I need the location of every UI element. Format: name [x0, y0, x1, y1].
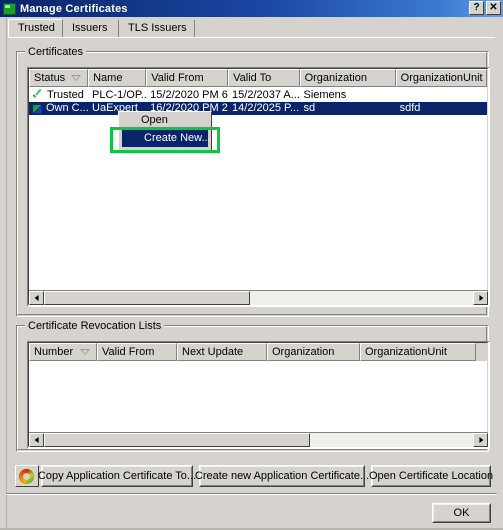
crl-header-row: Number Valid From Next Update Organizati…	[29, 343, 487, 361]
cell-valid-to: 15/2/2037 A...	[232, 89, 300, 101]
tab-tls-issuers-label: TLS Issuers	[128, 22, 187, 34]
crl-group-title: Certificate Revocation Lists	[25, 320, 165, 332]
column-header-valid-to-label: Valid To	[233, 72, 272, 84]
scroll-left-arrow-icon[interactable]	[29, 291, 44, 305]
certificates-group-title: Certificates	[25, 46, 87, 58]
cell-valid-to: 14/2/2025 P...	[232, 102, 300, 114]
title-bar-buttons: ? ✕	[469, 1, 501, 15]
column-header-valid-to[interactable]: Valid To	[228, 69, 300, 87]
column-header-organization[interactable]: Organization	[299, 69, 396, 87]
context-menu-item-open[interactable]: Open	[119, 112, 211, 128]
help-button[interactable]: ?	[469, 1, 484, 15]
crl-column-header-number-label: Number	[34, 346, 74, 358]
crl-list[interactable]: Number Valid From Next Update Organizati…	[27, 341, 490, 449]
column-header-valid-from-label: Valid From	[151, 72, 204, 84]
scroll-right-arrow-icon[interactable]	[473, 291, 488, 305]
cell-organization: sd	[303, 102, 316, 114]
tab-trusted[interactable]: Trusted	[8, 19, 63, 37]
window-title: Manage Certificates	[20, 2, 128, 15]
column-header-status[interactable]: Status	[29, 69, 89, 87]
crl-hscroll-track[interactable]	[44, 433, 473, 447]
crl-column-header-organization-label: Organization	[272, 346, 335, 358]
crl-column-header-organization-unit[interactable]: OrganizationUnit	[360, 343, 476, 361]
cell-status-label: Own C...	[46, 102, 89, 114]
sort-ascending-icon	[80, 349, 90, 355]
crl-column-header-valid-from-label: Valid From	[102, 346, 155, 358]
certificates-hscroll-track[interactable]	[44, 291, 473, 305]
crl-column-header-next-update-label: Next Update	[182, 346, 244, 358]
manage-certificates-window: Manage Certificates ? ✕ Trusted Issuers …	[0, 0, 503, 530]
green-check-icon	[32, 90, 43, 101]
window-left-edge	[0, 17, 7, 530]
tab-issuers-label: Issuers	[72, 22, 108, 34]
column-header-name[interactable]: Name	[88, 69, 147, 87]
column-header-name-label: Name	[93, 72, 123, 84]
tab-tls-issuers[interactable]: TLS Issuers	[119, 20, 195, 37]
column-header-status-label: Status	[34, 72, 66, 84]
cell-organization-unit: sdfd	[399, 102, 421, 114]
copy-application-certificate-to-label: Copy Application Certificate To...	[38, 466, 196, 486]
cell-name: PLC-1/OP...	[92, 89, 147, 101]
column-header-organization-unit[interactable]: OrganizationUnit	[395, 69, 487, 87]
cell-status: Trusted	[29, 89, 88, 102]
context-menu-item-create-new[interactable]: Create New...	[122, 130, 211, 147]
table-row[interactable]: Trusted PLC-1/OP... 15/2/2020 PM 6... 15…	[29, 89, 487, 102]
column-header-valid-from[interactable]: Valid From	[146, 69, 229, 87]
certificates-header-row: Status Name Valid From Valid To Organiza…	[29, 69, 487, 87]
create-new-application-certificate-label: Create new Application Certificate...	[195, 466, 369, 486]
crl-column-header-number[interactable]: Number	[29, 343, 97, 361]
cell-valid-from: 15/2/2020 PM 6...	[150, 89, 228, 101]
tab-trusted-label: Trusted	[18, 22, 55, 34]
certificate-icon	[32, 103, 42, 114]
create-new-application-certificate-button[interactable]: Create new Application Certificate...	[195, 465, 369, 487]
crl-hscroll-thumb[interactable]	[44, 433, 310, 447]
certificates-hscrollbar[interactable]	[29, 290, 488, 305]
tab-underline	[8, 37, 495, 38]
cell-organization: Siemens	[303, 89, 347, 101]
table-row[interactable]: Own C... UaExpert 16/2/2020 PM 2... 14/2…	[29, 102, 487, 115]
scroll-left-arrow-icon[interactable]	[29, 433, 44, 447]
scroll-right-arrow-icon[interactable]	[473, 433, 488, 447]
close-button[interactable]: ✕	[486, 1, 501, 15]
open-certificate-location-button[interactable]: Open Certificate Location	[369, 465, 493, 487]
column-header-organization-label: Organization	[304, 72, 367, 84]
cell-status-label: Trusted	[47, 89, 84, 101]
ok-button[interactable]: OK	[432, 503, 491, 523]
refresh-icon	[19, 469, 34, 484]
crl-column-header-organization-unit-label: OrganizationUnit	[365, 346, 447, 358]
certificates-hscroll-thumb[interactable]	[44, 291, 250, 305]
crl-column-header-next-update[interactable]: Next Update	[177, 343, 267, 361]
tab-issuers[interactable]: Issuers	[63, 20, 119, 37]
crl-column-header-valid-from[interactable]: Valid From	[97, 343, 177, 361]
certificate-window-icon	[3, 2, 16, 15]
sort-ascending-icon	[71, 75, 82, 81]
tab-strip: Trusted Issuers TLS Issuers	[8, 19, 495, 38]
ok-button-label: OK	[433, 504, 490, 522]
open-certificate-location-label: Open Certificate Location	[369, 466, 493, 486]
copy-application-certificate-to-button[interactable]: Copy Application Certificate To...	[38, 465, 196, 487]
footer-separator	[6, 493, 497, 495]
refresh-button[interactable]	[15, 465, 39, 487]
crl-hscrollbar[interactable]	[29, 432, 488, 447]
cell-status: Own C...	[29, 102, 88, 115]
column-header-organization-unit-label: OrganizationUnit	[400, 72, 483, 84]
title-bar: Manage Certificates ? ✕	[0, 0, 503, 17]
certificates-list[interactable]: Status Name Valid From Valid To Organiza…	[27, 67, 490, 307]
context-menu[interactable]: Open Create New...	[118, 111, 212, 153]
crl-column-header-organization[interactable]: Organization	[267, 343, 360, 361]
